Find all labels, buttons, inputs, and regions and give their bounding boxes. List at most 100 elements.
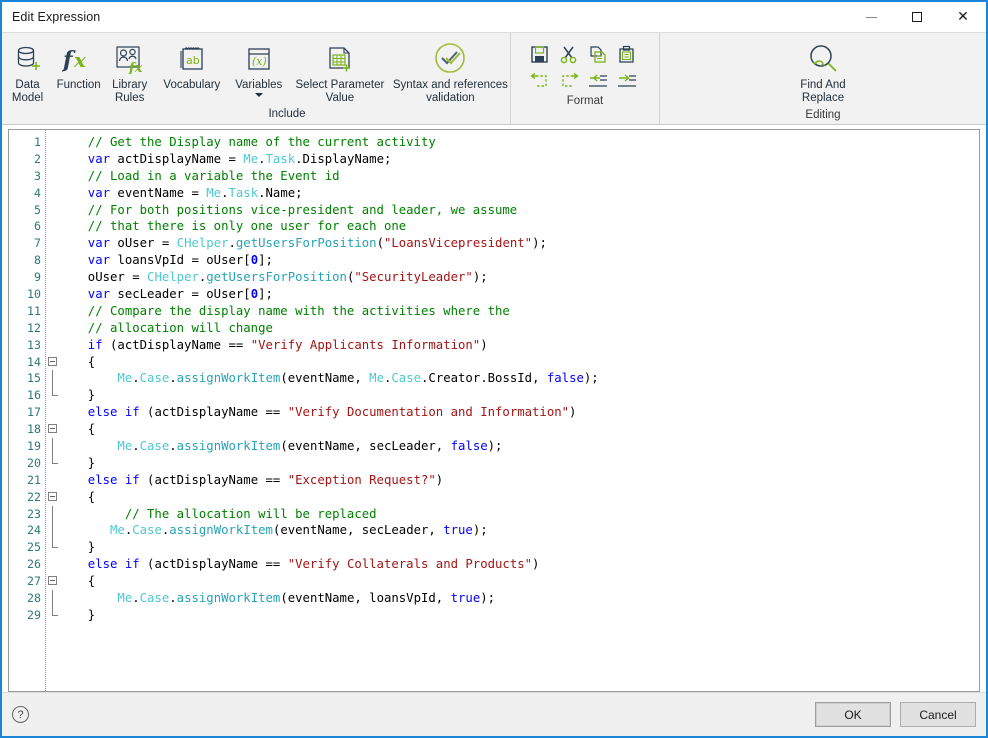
cancel-button[interactable]: Cancel [900,702,976,727]
outdent-button[interactable] [583,68,612,95]
code-line: var oUser = CHelper.getUsersForPosition(… [65,235,979,252]
code-line: } [65,387,979,404]
vocabulary-label: Vocabulary [163,79,221,91]
code-token: true [450,591,481,606]
fold-collapse-icon[interactable] [48,424,57,434]
paste-icon [619,45,634,63]
line-number: 7 [34,236,41,251]
help-icon[interactable]: ? [12,706,29,723]
code-token: 0 [250,287,259,302]
code-token: (actDisplayName == [139,557,288,572]
find-and-replace-button[interactable]: Find And Replace [785,33,861,106]
code-token: } [73,388,96,403]
redo-icon [561,73,579,87]
code-token: assignWorkItem [176,439,281,454]
line-number: 17 [27,405,41,420]
code-token: // The allocation will be replaced [73,506,377,521]
syntax-validation-button[interactable]: Syntax and references validation [391,33,510,106]
code-line: { [65,489,979,506]
code-line: Me.Case.assignWorkItem(eventName, secLea… [65,438,979,455]
fold-end-marker [52,387,58,397]
copy-icon [590,46,606,63]
code-token: ); [480,591,496,606]
paste-button[interactable] [612,41,641,68]
title-bar: Edit Expression ✕ [2,2,986,32]
fold-marker [46,303,65,320]
dialog-footer: ? OK Cancel [2,692,986,736]
code-token: ); [532,236,547,251]
data-model-label: Data Model [11,79,44,104]
code-token: eventName = [110,185,207,200]
code-token: "LoansVicepresident" [383,236,533,251]
cut-button[interactable] [554,41,583,68]
library-rules-button[interactable]: fx Library Rules [104,33,155,106]
variables-x-icon: (x) [244,42,274,76]
svg-text:(x): (x) [252,55,267,68]
maximize-button[interactable] [894,2,940,32]
code-token: // Load in a variable the Event id [73,168,340,183]
fold-collapse-icon[interactable] [48,576,57,586]
code-line: } [65,455,979,472]
redo-button[interactable] [554,68,583,95]
line-number: 27 [27,574,41,589]
ok-button[interactable]: OK [815,702,891,727]
find-replace-icon [806,42,840,76]
fold-collapse-icon[interactable] [48,356,57,366]
code-text-area[interactable]: // Get the Display name of the current a… [65,130,979,691]
fold-marker [46,454,65,472]
code-folding-gutter[interactable] [45,130,65,691]
minimize-button[interactable] [848,2,894,32]
window-controls: ✕ [848,2,986,32]
editing-group-items: Find And Replace [660,33,986,109]
code-token: Case [139,371,170,386]
code-line: // Compare the display name with the act… [65,303,979,320]
fold-marker[interactable] [46,573,65,590]
code-line: Me.Case.assignWorkItem(eventName, secLea… [65,522,979,539]
function-button[interactable]: f x Function [53,33,104,93]
close-button[interactable]: ✕ [940,2,986,32]
line-number: 2 [34,151,41,166]
save-button[interactable] [525,41,554,68]
code-line: { [65,421,979,438]
code-editor[interactable]: 1 2 3 4 5 6 7 8 9 10 11 12 13 14 15 16 17 18 19 20 21 22 23 24 2… [8,129,980,692]
code-token: ); [487,439,503,454]
select-parameter-value-button[interactable]: Select Parameter Value [289,33,391,106]
copy-button[interactable] [583,41,612,68]
syntax-validation-label: Syntax and references validation [392,79,508,104]
line-number: 26 [27,557,41,572]
fold-marker [46,134,65,151]
code-token: { [73,422,96,437]
data-model-button[interactable]: Data Model [2,33,53,106]
fold-marker [46,438,65,455]
code-token: var [73,253,111,268]
code-token: Case [132,523,162,538]
save-icon [531,46,548,63]
code-token: (eventName, secLeader, [272,523,444,538]
line-number: 10 [27,287,41,302]
code-token: secLeader = oUser[ [110,287,251,302]
undo-button[interactable] [525,68,554,95]
code-line: var eventName = Me.Task.Name; [65,185,979,202]
fold-guide-line [52,370,53,388]
code-token: ]; [258,253,273,268]
fold-marker[interactable] [46,489,65,506]
fold-marker[interactable] [46,354,65,371]
indent-button[interactable] [612,68,641,95]
code-line: else if (actDisplayName == "Exception Re… [65,472,979,489]
line-number: 15 [27,371,41,386]
code-token: Me [110,523,125,538]
chevron-down-icon[interactable] [254,93,263,97]
code-token: } [73,607,96,622]
code-token: false [450,439,488,454]
fold-marker [46,151,65,168]
code-token: . [169,371,177,386]
variables-button[interactable]: (x) Variables [228,33,289,98]
line-number: 29 [27,607,41,622]
vocabulary-notepad-icon: ab [177,42,207,76]
fold-collapse-icon[interactable] [48,491,57,501]
fold-marker[interactable] [46,421,65,438]
fold-marker [46,218,65,235]
vocabulary-button[interactable]: ab Vocabulary [155,33,228,93]
code-token: Case [139,591,170,606]
fold-marker [46,370,65,388]
